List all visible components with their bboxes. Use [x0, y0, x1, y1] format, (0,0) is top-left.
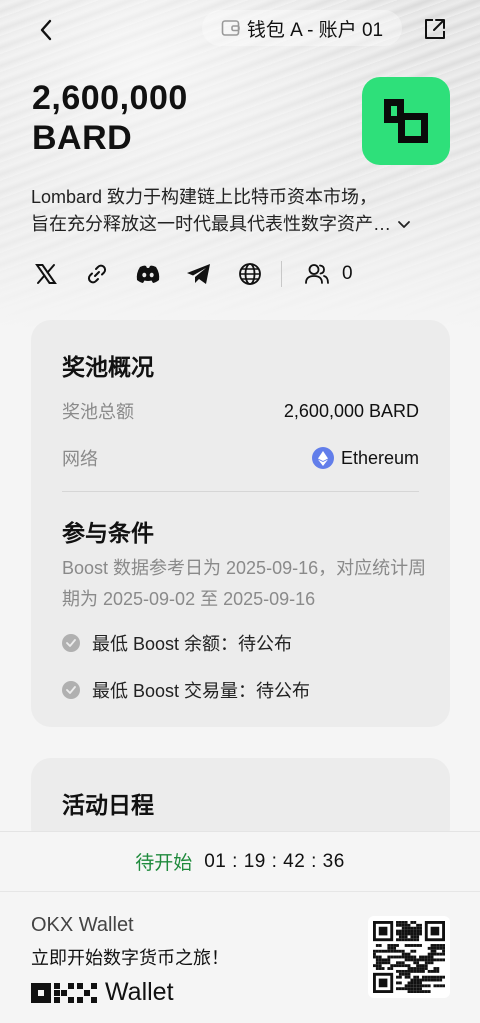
back-arrow-icon — [40, 19, 52, 41]
description-line-2: 旨在充分释放这一时代最具代表性数字资产… — [31, 214, 391, 234]
token-description[interactable]: Lombard 致力于构建链上比特币资本市场， 旨在充分释放这一时代最具代表性数… — [31, 184, 451, 238]
website-link[interactable] — [83, 260, 111, 288]
check-icon — [62, 681, 80, 699]
description-line-1: Lombard 致力于构建链上比特币资本市场， — [31, 187, 378, 207]
network-value: Ethereum — [311, 447, 419, 469]
discord-link[interactable] — [134, 260, 162, 288]
share-button[interactable] — [421, 15, 449, 43]
pool-overview-card: 奖池概况 奖池总额 2,600,000 BARD 网络 Ethereum 参与条… — [31, 320, 450, 727]
conditions-title: 参与条件 — [62, 520, 154, 546]
network-row: 网络 Ethereum — [62, 445, 419, 471]
discord-icon — [136, 265, 160, 283]
reward-amount: 2,600,000 BARD — [32, 78, 188, 158]
globe-icon — [239, 263, 261, 285]
telegram-icon — [187, 264, 210, 284]
telegram-link[interactable] — [185, 260, 213, 288]
footer-title: OKX Wallet — [31, 914, 134, 936]
token-logo — [362, 77, 450, 165]
wallet-selector[interactable]: 钱包 A - 账户 01 — [202, 10, 402, 46]
pool-title: 奖池概况 — [62, 354, 154, 380]
followers[interactable]: 0 — [304, 262, 353, 286]
users-icon — [305, 264, 329, 284]
conditions-note: Boost 数据参考日为 2025-09-16，对应统计周期为 2025-09-… — [62, 558, 427, 609]
chevron-down-icon[interactable] — [397, 220, 411, 230]
requirement-min-balance: 最低 Boost 余额：待公布 — [92, 634, 293, 654]
network-name: Ethereum — [340, 447, 419, 468]
qr-code[interactable] — [368, 916, 450, 998]
pool-total-row: 奖池总额 2,600,000 BARD — [62, 398, 419, 424]
countdown-bar: 待开始 01 : 19 : 42 : 36 — [0, 831, 480, 891]
share-icon — [425, 19, 445, 39]
social-divider — [281, 261, 282, 287]
okx-logo-icon — [31, 982, 97, 1003]
requirement-min-volume: 最低 Boost 交易量：待公布 — [92, 681, 311, 701]
amount-symbol: BARD — [32, 119, 133, 157]
requirement-item: 最低 Boost 余额：待公布 — [62, 630, 292, 656]
x-link[interactable] — [32, 260, 60, 288]
card-divider — [62, 491, 419, 492]
footer-slogan: 立即开始数字货币之旅！ — [31, 948, 229, 968]
qr-code-image — [373, 921, 445, 993]
network-label: 网络 — [62, 449, 98, 469]
followers-count: 0 — [342, 263, 353, 284]
ethereum-icon — [311, 447, 334, 469]
brand-wallet-text: Wallet — [105, 978, 174, 1006]
app-promo-footer: OKX Wallet 立即开始数字货币之旅！ Wallet — [0, 891, 480, 1023]
pool-total-label: 奖池总额 — [62, 402, 134, 422]
back-button[interactable] — [32, 16, 60, 44]
countdown-time: 01 : 19 : 42 : 36 — [204, 850, 345, 872]
pool-total-value: 2,600,000 BARD — [283, 400, 419, 421]
web-link[interactable] — [236, 260, 264, 288]
x-icon — [35, 264, 57, 284]
link-icon — [87, 264, 107, 284]
check-icon — [62, 634, 80, 652]
wallet-icon — [221, 20, 240, 36]
lombard-logo-icon — [384, 99, 428, 143]
top-bar: 钱包 A - 账户 01 — [0, 0, 480, 56]
amount-value: 2,600,000 — [32, 79, 188, 117]
countdown-status: 待开始 — [135, 853, 193, 874]
okx-wallet-brand: Wallet — [31, 978, 174, 1007]
requirement-item: 最低 Boost 交易量：待公布 — [62, 677, 310, 703]
social-links: 0 — [32, 259, 353, 289]
wallet-label: 钱包 A - 账户 01 — [246, 19, 384, 41]
schedule-title: 活动日程 — [62, 792, 154, 818]
